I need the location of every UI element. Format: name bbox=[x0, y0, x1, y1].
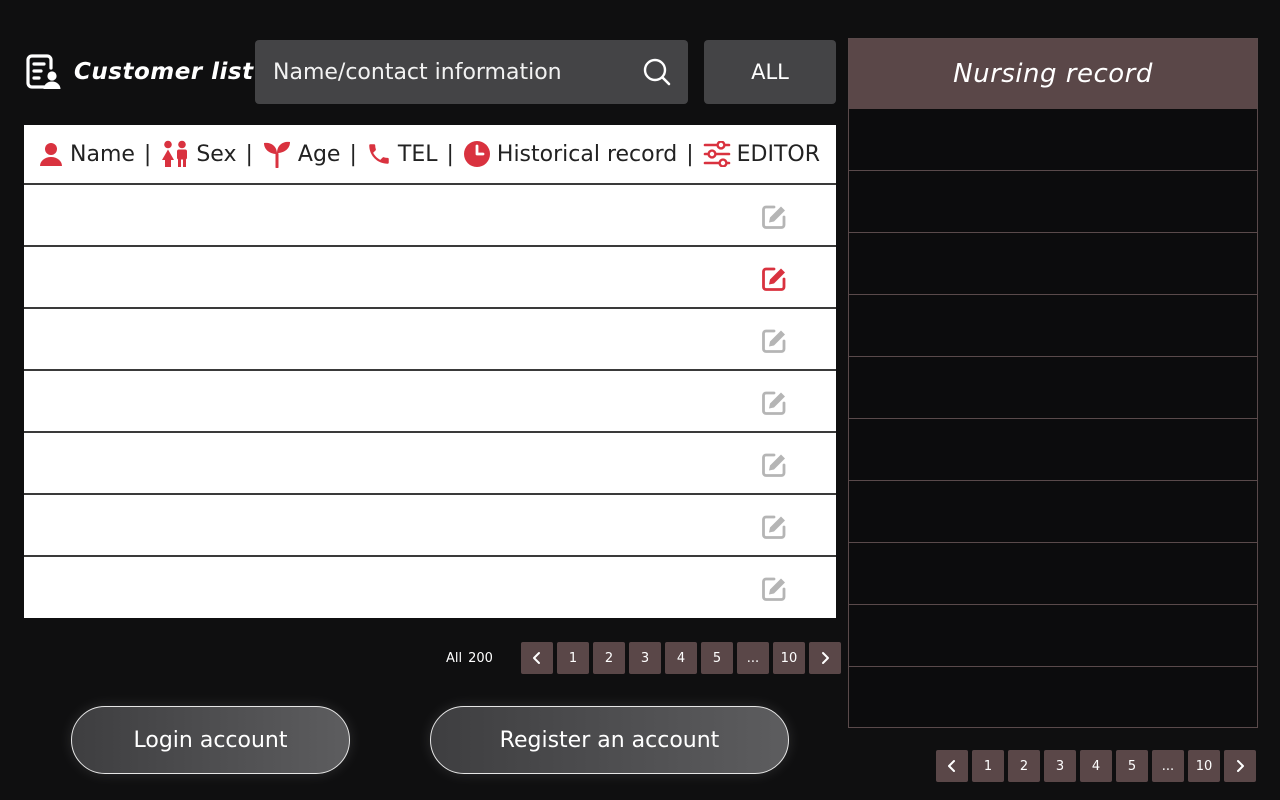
page-button[interactable]: 2 bbox=[592, 642, 625, 674]
page-button[interactable]: ... bbox=[1152, 750, 1184, 782]
edit-row-button[interactable] bbox=[760, 389, 788, 417]
customer-pagination: All 200 1 2 3 4 5... 10 bbox=[446, 642, 841, 674]
column-editor[interactable]: EDITOR bbox=[703, 141, 820, 167]
page-button[interactable]: 3 bbox=[628, 642, 661, 674]
filter-all-button[interactable]: ALL bbox=[704, 40, 836, 104]
page-button[interactable]: 1 bbox=[972, 750, 1004, 782]
nursing-record-panel: Nursing record bbox=[848, 38, 1258, 728]
column-label: Age bbox=[297, 141, 341, 167]
prev-page-button[interactable] bbox=[936, 750, 968, 782]
sliders-icon bbox=[703, 141, 730, 167]
chevron-left-icon bbox=[532, 652, 540, 664]
phone-icon bbox=[369, 144, 389, 164]
clock-icon bbox=[463, 141, 490, 167]
edit-icon bbox=[762, 577, 786, 601]
edit-row-button[interactable] bbox=[760, 513, 788, 541]
table-header: Name | Sex | Age | TEL | Historical reco… bbox=[24, 125, 836, 185]
nursing-record-row[interactable] bbox=[849, 233, 1257, 295]
page-title: Customer list bbox=[74, 59, 254, 85]
page-button[interactable]: 5 bbox=[1116, 750, 1148, 782]
total-count: All 200 bbox=[446, 650, 493, 666]
customer-table: Name | Sex | Age | TEL | Historical reco… bbox=[24, 125, 836, 618]
couple-icon bbox=[162, 140, 188, 167]
nursing-record-row[interactable] bbox=[849, 295, 1257, 357]
column-label: EDITOR bbox=[736, 141, 821, 167]
chevron-right-icon bbox=[821, 652, 829, 664]
nursing-record-row[interactable] bbox=[849, 171, 1257, 233]
table-row[interactable] bbox=[24, 185, 836, 247]
edit-icon bbox=[762, 267, 786, 291]
table-body bbox=[24, 185, 836, 618]
nursing-record-row[interactable] bbox=[849, 667, 1257, 729]
table-row[interactable] bbox=[24, 495, 836, 557]
column-history[interactable]: Historical record bbox=[463, 140, 677, 168]
page-button[interactable]: 4 bbox=[664, 642, 697, 674]
column-name[interactable]: Name bbox=[38, 141, 135, 167]
nursing-record-row[interactable] bbox=[849, 605, 1257, 667]
nursing-record-row[interactable] bbox=[849, 419, 1257, 481]
search-bar bbox=[255, 40, 688, 104]
edit-row-button[interactable] bbox=[760, 203, 788, 231]
column-label: Name bbox=[70, 141, 135, 167]
nursing-record-row[interactable] bbox=[849, 357, 1257, 419]
edit-row-button[interactable] bbox=[760, 265, 788, 293]
nursing-record-list bbox=[849, 109, 1257, 729]
column-sex[interactable]: Sex bbox=[160, 140, 236, 168]
search-input[interactable] bbox=[273, 59, 642, 85]
table-row[interactable] bbox=[24, 309, 836, 371]
table-row[interactable] bbox=[24, 433, 836, 495]
column-label: Sex bbox=[196, 141, 237, 167]
edit-icon bbox=[762, 391, 786, 415]
table-row[interactable] bbox=[24, 557, 836, 618]
page-button[interactable]: 1 bbox=[556, 642, 589, 674]
customer-list-icon bbox=[24, 53, 62, 91]
page-button[interactable]: 10 bbox=[1188, 750, 1220, 782]
nursing-record-title: Nursing record bbox=[849, 39, 1257, 109]
edit-icon bbox=[762, 515, 786, 539]
nursing-record-row[interactable] bbox=[849, 543, 1257, 605]
column-label: TEL bbox=[397, 141, 438, 167]
column-label: Historical record bbox=[496, 141, 678, 167]
prev-page-button[interactable] bbox=[520, 642, 553, 674]
column-age[interactable]: Age bbox=[262, 140, 341, 168]
edit-icon bbox=[762, 205, 786, 229]
table-row[interactable] bbox=[24, 247, 836, 309]
next-page-button[interactable] bbox=[1224, 750, 1256, 782]
edit-row-button[interactable] bbox=[760, 327, 788, 355]
page-button[interactable]: 10 bbox=[772, 642, 805, 674]
nursing-pagination: 1 2 3 4 5... 10 bbox=[936, 750, 1256, 782]
page-button[interactable]: 4 bbox=[1080, 750, 1112, 782]
edit-row-button[interactable] bbox=[760, 451, 788, 479]
person-icon bbox=[40, 143, 62, 166]
chevron-right-icon bbox=[1237, 760, 1244, 772]
edit-row-button[interactable] bbox=[760, 575, 788, 603]
table-row[interactable] bbox=[24, 371, 836, 433]
nursing-record-row[interactable] bbox=[849, 109, 1257, 171]
page-button[interactable]: ... bbox=[736, 642, 769, 674]
login-account-button[interactable]: Login account bbox=[71, 706, 350, 774]
page-button[interactable]: 5 bbox=[700, 642, 733, 674]
nursing-record-row[interactable] bbox=[849, 481, 1257, 543]
page-header: Customer list bbox=[24, 52, 254, 92]
edit-icon bbox=[762, 329, 786, 353]
next-page-button[interactable] bbox=[808, 642, 841, 674]
column-tel[interactable]: TEL bbox=[366, 141, 438, 167]
chevron-left-icon bbox=[948, 760, 955, 772]
search-icon[interactable] bbox=[642, 57, 672, 87]
page-button[interactable]: 3 bbox=[1044, 750, 1076, 782]
sprout-icon bbox=[263, 141, 290, 168]
register-account-button[interactable]: Register an account bbox=[430, 706, 789, 774]
page-button[interactable]: 2 bbox=[1008, 750, 1040, 782]
edit-icon bbox=[762, 453, 786, 477]
